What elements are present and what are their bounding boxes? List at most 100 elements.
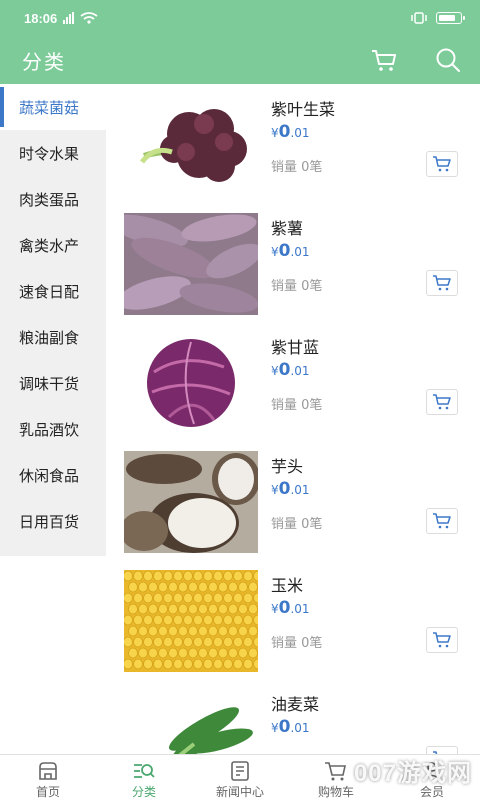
product-price: ¥0.01 — [271, 360, 310, 380]
product-name: 芋头 — [271, 457, 304, 476]
product-image[interactable] — [124, 570, 258, 672]
sidebar-item-8[interactable]: 休闲食品 — [0, 452, 106, 498]
price-decimal: .01 — [290, 721, 310, 735]
sidebar-item-label: 速食日配 — [19, 282, 80, 301]
price-integer: 0 — [278, 241, 291, 261]
price-integer: 0 — [278, 360, 291, 380]
sidebar-item-0[interactable]: 蔬菜菌菇 — [0, 84, 106, 130]
add-to-cart-button[interactable] — [426, 389, 458, 415]
tab-2[interactable]: 新闻中心 — [192, 755, 288, 800]
price-decimal: .01 — [290, 245, 310, 259]
tab-label: 分类 — [131, 785, 156, 799]
sidebar-item-label: 调味干货 — [19, 374, 80, 393]
product-sales: 销量 0笔 — [271, 636, 323, 651]
product-name: 紫甘蓝 — [271, 338, 320, 357]
tab-label: 购物车 — [317, 785, 354, 799]
cart-icon — [325, 762, 346, 781]
product-sales: 销量 0笔 — [271, 398, 323, 413]
sidebar-item-label: 时令水果 — [19, 144, 80, 163]
cart-icon — [433, 632, 451, 648]
category-search-icon — [134, 764, 155, 778]
status-bar: 18:06 — [0, 0, 480, 36]
currency-symbol: ¥ — [271, 245, 279, 259]
product-item[interactable]: 紫叶生菜 ¥0.01 销量 0笔 — [106, 84, 480, 203]
price-integer: 0 — [278, 122, 291, 142]
sidebar-item-label: 日用百货 — [19, 512, 80, 531]
product-price: ¥0.01 — [271, 598, 310, 618]
product-price: ¥0.01 — [271, 122, 310, 142]
tab-0[interactable]: 首页 — [0, 755, 96, 800]
currency-symbol: ¥ — [271, 364, 279, 378]
category-sidebar: 蔬菜菌菇时令水果肉类蛋品禽类水产速食日配粮油副食调味干货乳品酒饮休闲食品日用百货 — [0, 84, 106, 556]
product-sales: 销量 0笔 — [271, 279, 323, 294]
price-decimal: .01 — [290, 483, 310, 497]
product-price: ¥0.01 — [271, 717, 310, 737]
product-item[interactable]: 紫甘蓝 ¥0.01 销量 0笔 — [106, 322, 480, 441]
product-name: 紫叶生菜 — [271, 100, 336, 119]
product-name: 玉米 — [271, 576, 304, 595]
add-to-cart-button[interactable] — [426, 627, 458, 653]
status-time: 18:06 — [24, 10, 58, 26]
sidebar-item-4[interactable]: 速食日配 — [0, 268, 106, 314]
currency-symbol: ¥ — [271, 126, 279, 140]
sidebar-item-label: 乳品酒饮 — [19, 420, 80, 439]
sidebar-item-1[interactable]: 时令水果 — [0, 130, 106, 176]
price-integer: 0 — [278, 598, 291, 618]
vibrate-icon — [411, 12, 427, 24]
currency-symbol: ¥ — [271, 721, 279, 735]
add-to-cart-button[interactable] — [426, 151, 458, 177]
add-to-cart-button[interactable] — [426, 508, 458, 534]
product-name: 油麦菜 — [271, 695, 320, 714]
product-image[interactable] — [124, 332, 258, 434]
tab-1[interactable]: 分类 — [96, 755, 192, 800]
wifi-icon — [80, 12, 98, 24]
news-icon — [231, 761, 249, 781]
sidebar-item-6[interactable]: 调味干货 — [0, 360, 106, 406]
product-list: 紫叶生菜 ¥0.01 销量 0笔 紫薯 ¥0.01 销量 0笔 紫甘蓝 ¥0.0… — [106, 84, 480, 754]
app-header: 分类 — [0, 36, 480, 84]
product-image[interactable] — [124, 94, 258, 196]
price-decimal: .01 — [290, 602, 310, 616]
search-icon[interactable] — [434, 46, 462, 74]
cart-icon — [433, 394, 451, 410]
cart-icon — [433, 513, 451, 529]
battery-icon — [436, 12, 465, 24]
product-sales: 销量 0笔 — [271, 517, 323, 532]
tab-label: 首页 — [35, 785, 60, 799]
product-image[interactable] — [124, 213, 258, 315]
sidebar-item-5[interactable]: 粮油副食 — [0, 314, 106, 360]
sidebar-item-9[interactable]: 日用百货 — [0, 498, 106, 544]
cart-icon — [433, 275, 451, 291]
price-decimal: .01 — [290, 364, 310, 378]
sidebar-item-label: 粮油副食 — [19, 328, 80, 347]
sidebar-item-3[interactable]: 禽类水产 — [0, 222, 106, 268]
product-name: 紫薯 — [271, 219, 304, 238]
product-item[interactable]: 玉米 ¥0.01 销量 0笔 — [106, 560, 480, 679]
signal-icon — [63, 12, 75, 24]
product-image[interactable] — [124, 689, 258, 754]
shop-icon — [39, 762, 57, 780]
product-item[interactable]: 芋头 ¥0.01 销量 0笔 — [106, 441, 480, 560]
sidebar-item-label: 休闲食品 — [19, 466, 80, 485]
sidebar-item-2[interactable]: 肉类蛋品 — [0, 176, 106, 222]
sidebar-item-label: 蔬菜菌菇 — [19, 98, 80, 117]
sidebar-item-7[interactable]: 乳品酒饮 — [0, 406, 106, 452]
cart-icon[interactable] — [370, 46, 398, 74]
page-title: 分类 — [22, 49, 66, 74]
add-to-cart-button[interactable] — [426, 270, 458, 296]
product-item[interactable]: 油麦菜 ¥0.01 销量 0笔 — [106, 679, 480, 754]
tab-label: 新闻中心 — [215, 785, 264, 799]
price-decimal: .01 — [290, 126, 310, 140]
currency-symbol: ¥ — [271, 602, 279, 616]
cart-icon — [433, 156, 451, 172]
product-item[interactable]: 紫薯 ¥0.01 销量 0笔 — [106, 203, 480, 322]
product-price: ¥0.01 — [271, 479, 310, 499]
price-integer: 0 — [278, 717, 291, 737]
currency-symbol: ¥ — [271, 483, 279, 497]
product-image[interactable] — [124, 451, 258, 553]
watermark: 007游戏网 — [353, 760, 472, 787]
product-price: ¥0.01 — [271, 241, 310, 261]
sidebar-item-label: 禽类水产 — [19, 236, 80, 255]
product-sales: 销量 0笔 — [271, 160, 323, 175]
sidebar-item-label: 肉类蛋品 — [19, 190, 80, 209]
